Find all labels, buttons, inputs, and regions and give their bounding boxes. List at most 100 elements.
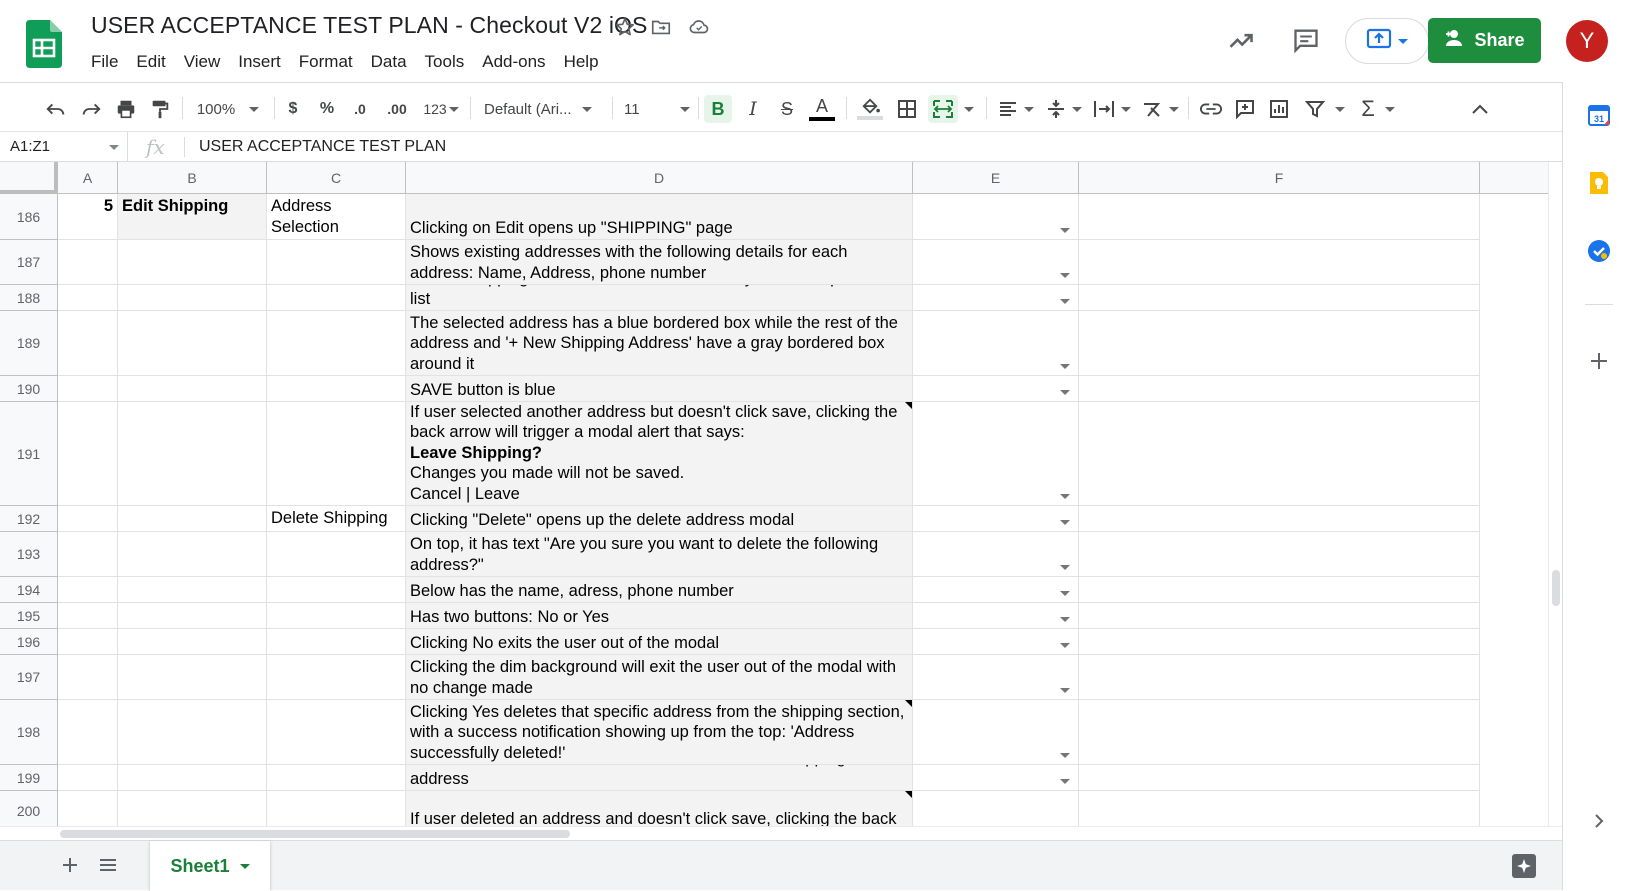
- menu-view[interactable]: View: [175, 50, 230, 74]
- row-header[interactable]: 187: [0, 240, 58, 285]
- select-all-corner[interactable]: [0, 162, 58, 194]
- cell-d[interactable]: Clicking the dim background will exit th…: [406, 655, 913, 700]
- column-header-f[interactable]: F: [1079, 162, 1480, 194]
- avatar[interactable]: Y: [1566, 20, 1608, 62]
- zoom-select[interactable]: 100%: [190, 95, 266, 123]
- share-button[interactable]: Share: [1428, 18, 1541, 63]
- merge-cells-icon[interactable]: [928, 95, 958, 123]
- cell-b[interactable]: [118, 700, 267, 765]
- cell-c[interactable]: [267, 577, 406, 603]
- note-indicator[interactable]: [905, 700, 912, 707]
- cell-e[interactable]: [913, 765, 1079, 791]
- row-header[interactable]: 189: [0, 311, 58, 376]
- cell-d[interactable]: SAVE button is blue: [406, 376, 913, 402]
- borders-icon[interactable]: [894, 95, 920, 123]
- cell-b[interactable]: [118, 765, 267, 791]
- cell-c[interactable]: [267, 285, 406, 311]
- cell-d[interactable]: Has two buttons: No or Yes: [406, 603, 913, 629]
- cell-e[interactable]: [913, 506, 1079, 532]
- text-wrapping-icon[interactable]: [1092, 95, 1132, 123]
- cell-c[interactable]: [267, 402, 406, 506]
- keep-icon[interactable]: [1586, 170, 1612, 196]
- more-formats-select[interactable]: 123: [420, 95, 462, 123]
- cell-d[interactable]: Below has the name, adress, phone number: [406, 577, 913, 603]
- move-folder-icon[interactable]: [648, 14, 674, 40]
- horizontal-scroll-thumb[interactable]: [60, 830, 570, 838]
- column-header-b[interactable]: B: [118, 162, 267, 194]
- dropdown-arrow-icon[interactable]: [1060, 520, 1070, 525]
- fill-color-icon[interactable]: [856, 95, 884, 123]
- horizontal-align-icon[interactable]: [996, 95, 1036, 123]
- dropdown-arrow-icon[interactable]: [1060, 494, 1070, 499]
- insert-link-icon[interactable]: [1198, 95, 1224, 123]
- cell-f[interactable]: [1079, 603, 1480, 629]
- cell-a[interactable]: [58, 765, 118, 791]
- dropdown-arrow-icon[interactable]: [1060, 591, 1070, 596]
- cell-c[interactable]: [267, 629, 406, 655]
- show-side-panel-chevron-icon[interactable]: [1586, 808, 1612, 834]
- collapse-toolbar-icon[interactable]: [1466, 95, 1494, 123]
- cell-b[interactable]: [118, 655, 267, 700]
- column-header-c[interactable]: C: [267, 162, 406, 194]
- cell-f[interactable]: [1079, 311, 1480, 376]
- dropdown-arrow-icon[interactable]: [1060, 688, 1070, 693]
- italic-button[interactable]: I: [740, 95, 766, 123]
- cell-f[interactable]: [1079, 791, 1480, 826]
- row-header[interactable]: 188: [0, 285, 58, 311]
- cell-e[interactable]: [913, 532, 1079, 577]
- cell-a[interactable]: 5: [58, 194, 118, 240]
- paint-format-icon[interactable]: [146, 95, 174, 123]
- cell-a[interactable]: [58, 577, 118, 603]
- tasks-icon[interactable]: [1586, 238, 1612, 264]
- comments-icon[interactable]: [1290, 24, 1322, 56]
- cell-a[interactable]: [58, 629, 118, 655]
- cell-c[interactable]: [267, 376, 406, 402]
- menu-file[interactable]: File: [82, 50, 127, 74]
- font-family-select[interactable]: Default (Ari...: [484, 95, 610, 123]
- print-icon[interactable]: [112, 95, 140, 123]
- row-header[interactable]: 190: [0, 376, 58, 402]
- cell-e[interactable]: [913, 700, 1079, 765]
- cell-f[interactable]: [1079, 629, 1480, 655]
- cell-e[interactable]: [913, 655, 1079, 700]
- cell-d[interactable]: If user deleted an address and doesn't c…: [406, 791, 913, 826]
- cloud-status-icon[interactable]: [686, 14, 712, 40]
- activity-dashboard-icon[interactable]: [1226, 26, 1256, 56]
- row-header[interactable]: 200: [0, 791, 58, 826]
- cell-f[interactable]: [1079, 765, 1480, 791]
- column-header-d[interactable]: D: [406, 162, 913, 194]
- merge-options-chevron-icon[interactable]: [962, 95, 976, 123]
- dropdown-arrow-icon[interactable]: [1060, 228, 1070, 233]
- cell-e[interactable]: [913, 285, 1079, 311]
- text-rotation-icon[interactable]: [1140, 95, 1180, 123]
- currency-format-button[interactable]: $: [282, 95, 304, 123]
- cell-d[interactable]: Default shipping address is selected and…: [406, 285, 913, 311]
- row-header[interactable]: 197: [0, 655, 58, 700]
- cell-e[interactable]: [913, 402, 1079, 506]
- undo-icon[interactable]: [42, 95, 70, 123]
- cell-b[interactable]: [118, 506, 267, 532]
- menu-tools[interactable]: Tools: [416, 50, 474, 74]
- add-addon-icon[interactable]: [1586, 348, 1612, 374]
- menu-add-ons[interactable]: Add-ons: [473, 50, 554, 74]
- name-box[interactable]: A1:Z1: [0, 132, 128, 162]
- dropdown-arrow-icon[interactable]: [1060, 643, 1070, 648]
- cell-d[interactable]: The selected address has a blue bordered…: [406, 311, 913, 376]
- cell-d[interactable]: Shows existing addresses with the follow…: [406, 240, 913, 285]
- cell-c[interactable]: Delete Shipping: [267, 506, 406, 532]
- cell-b[interactable]: [118, 577, 267, 603]
- cell-b[interactable]: [118, 402, 267, 506]
- menu-format[interactable]: Format: [290, 50, 362, 74]
- percent-format-button[interactable]: %: [316, 95, 338, 123]
- cell-c[interactable]: [267, 791, 406, 826]
- cell-a[interactable]: [58, 700, 118, 765]
- row-header[interactable]: 199: [0, 765, 58, 791]
- cell-e[interactable]: [913, 629, 1079, 655]
- cell-f[interactable]: [1079, 285, 1480, 311]
- cell-b[interactable]: [118, 376, 267, 402]
- dropdown-arrow-icon[interactable]: [1060, 779, 1070, 784]
- cell-e[interactable]: [913, 603, 1079, 629]
- cell-b[interactable]: [118, 791, 267, 826]
- insert-chart-icon[interactable]: [1266, 95, 1292, 123]
- menu-insert[interactable]: Insert: [229, 50, 290, 74]
